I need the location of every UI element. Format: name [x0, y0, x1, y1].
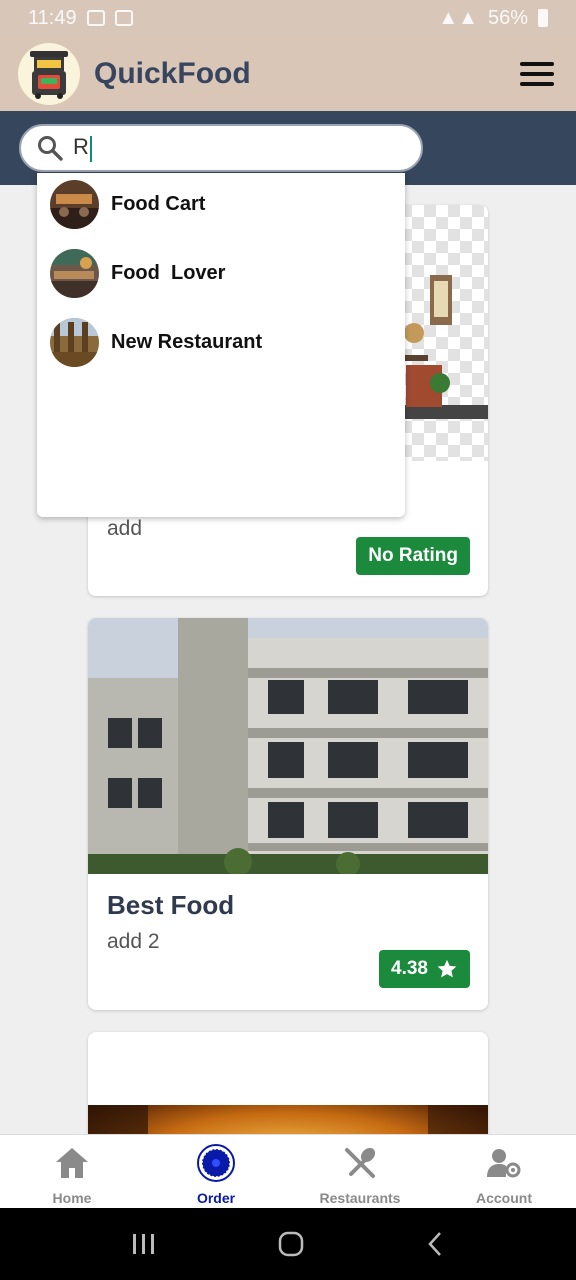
- battery-percent: 56%: [487, 6, 528, 29]
- status-left: 11:49: [28, 7, 133, 30]
- order-icon: [197, 1144, 235, 1182]
- search-icon: [38, 136, 63, 161]
- account-settings-icon: [487, 1149, 521, 1178]
- rating-value: 4.38: [391, 958, 428, 979]
- restaurant-name: Best Food: [107, 890, 235, 920]
- restaurant-card[interactable]: [88, 1032, 488, 1142]
- status-bar: 11:49 ▲▲ 56%: [0, 0, 576, 36]
- battery-icon: [538, 9, 548, 27]
- search-input-value: R: [73, 134, 92, 162]
- restaurant-card[interactable]: Best Food add 2 4.38: [88, 618, 488, 1010]
- status-right: ▲▲ 56%: [438, 7, 548, 30]
- suggestion-thumbnail: [50, 248, 99, 298]
- nav-restaurants[interactable]: Restaurants: [288, 1135, 432, 1208]
- nav-account[interactable]: Account: [432, 1135, 576, 1208]
- suggestion-label: Food Cart: [111, 192, 206, 215]
- app-logo[interactable]: [18, 42, 80, 105]
- suggestion-item[interactable]: Food Cart: [50, 179, 390, 229]
- suggestion-thumbnail: [50, 317, 99, 367]
- rating-badge: 4.38: [379, 950, 470, 988]
- suggestion-item[interactable]: New Restaurant: [50, 317, 390, 367]
- search-suggestions-dropdown: Food Cart Food Lover New Restaurant: [37, 173, 405, 517]
- restaurant-address: add 2: [107, 930, 160, 953]
- hamburger-menu-icon[interactable]: [520, 62, 554, 86]
- text-cursor: [89, 135, 92, 162]
- search-query: R: [73, 134, 89, 160]
- app-title: QuickFood: [94, 56, 251, 90]
- restaurant-address: add: [107, 517, 143, 540]
- star-icon: [437, 959, 457, 978]
- nav-restaurants-label: Restaurants: [319, 1190, 401, 1206]
- food-truck-logo-icon: [30, 50, 68, 99]
- app-screen: 11:49 ▲▲ 56% QuickFood R add No Rating B…: [0, 0, 576, 1280]
- app-header: QuickFood: [0, 36, 576, 111]
- restaurants-icon: [345, 1147, 376, 1178]
- nav-order[interactable]: Order: [144, 1135, 288, 1208]
- gallery-notification-icon: [86, 10, 105, 26]
- home-icon: [56, 1148, 88, 1178]
- signal-icon: ▲▲: [438, 6, 478, 29]
- nav-account-label: Account: [476, 1190, 532, 1206]
- suggestion-thumbnail: [50, 179, 99, 229]
- suggestion-label: Food Lover: [111, 261, 226, 284]
- nav-order-label: Order: [196, 1190, 236, 1206]
- recent-apps-icon[interactable]: [131, 1232, 157, 1256]
- search-input[interactable]: R: [19, 124, 423, 172]
- nav-home[interactable]: Home: [0, 1135, 144, 1208]
- rating-value: No Rating: [368, 545, 458, 566]
- bottom-navigation: Home Order Restaurants Account: [0, 1134, 576, 1208]
- restaurant-image: [88, 618, 488, 876]
- suggestion-label: New Restaurant: [111, 330, 263, 353]
- nav-home-label: Home: [52, 1190, 92, 1206]
- back-icon[interactable]: [425, 1231, 445, 1257]
- home-button-icon[interactable]: [278, 1231, 304, 1257]
- suggestion-item[interactable]: Food Lover: [50, 248, 390, 298]
- system-navigation-bar: [0, 1208, 576, 1280]
- status-time: 11:49: [28, 6, 77, 29]
- restaurant-image: [88, 1105, 488, 1142]
- app-notification-icon: [114, 10, 133, 26]
- rating-badge: No Rating: [356, 537, 470, 575]
